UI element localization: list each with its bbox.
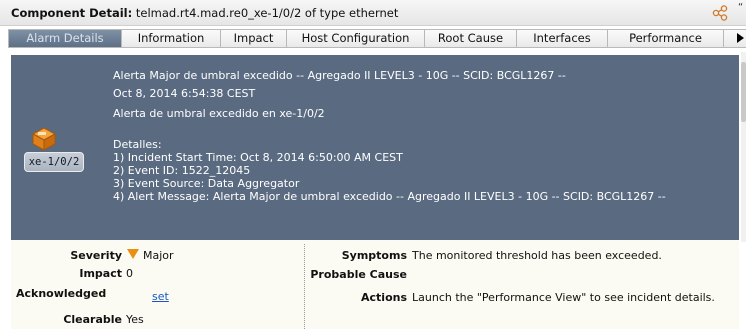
header-title: Component Detail: telmad.rt4.mad.re0_xe-… bbox=[11, 6, 399, 20]
tab-host-configuration[interactable]: Host Configuration bbox=[287, 30, 425, 47]
alarm-detail-line: 4) Alert Message: Alerta Major de umbral… bbox=[113, 190, 666, 203]
alarm-device-icon bbox=[31, 127, 57, 151]
alarm-headline: Alerta Major de umbral excedido -- Agreg… bbox=[113, 69, 566, 82]
probable-cause-label: Probable Cause bbox=[310, 268, 407, 281]
alarm-detail-line: 1) Incident Start Time: Oct 8, 2014 6:50… bbox=[113, 151, 403, 164]
component-detail-header: Component Detail: telmad.rt4.mad.re0_xe-… bbox=[0, 0, 746, 26]
device-port-label[interactable]: xe-1/0/2 bbox=[24, 152, 84, 172]
tab-alarm-details[interactable]: Alarm Details bbox=[9, 30, 122, 47]
severity-label: Severity bbox=[70, 249, 122, 262]
actions-label: Actions bbox=[361, 291, 407, 304]
alarm-timestamp: Oct 8, 2014 6:54:38 CEST bbox=[113, 87, 256, 100]
tab-performance[interactable]: Performance bbox=[608, 30, 724, 47]
severity-major-icon bbox=[127, 249, 139, 259]
tab-interfaces[interactable]: Interfaces bbox=[517, 30, 608, 47]
tab-root-cause[interactable]: Root Cause bbox=[425, 30, 517, 47]
actions-value: Launch the "Performance View" to see inc… bbox=[412, 291, 715, 304]
fields-divider bbox=[304, 244, 305, 329]
acknowledged-set-link[interactable]: set bbox=[152, 290, 169, 303]
tab-bar: Alarm Details Information Impact Host Co… bbox=[8, 29, 746, 48]
tab-impact[interactable]: Impact bbox=[221, 30, 287, 47]
acknowledged-label: Acknowledged bbox=[16, 287, 107, 300]
truncated-icon: “ bbox=[738, 2, 744, 12]
symptoms-value: The monitored threshold has been exceede… bbox=[412, 249, 662, 262]
alarm-detail-line: 3) Event Source: Data Aggregator bbox=[113, 177, 300, 190]
tab-information[interactable]: Information bbox=[122, 30, 221, 47]
impact-label: Impact bbox=[79, 267, 122, 280]
clearable-value: Yes bbox=[126, 313, 144, 326]
clearable-label: Clearable bbox=[63, 313, 122, 326]
alarm-summary: Alerta de umbral excedido en xe-1/0/2 bbox=[113, 107, 325, 120]
impact-value: 0 bbox=[126, 267, 133, 280]
tab-scroll-right-icon[interactable] bbox=[737, 33, 744, 43]
alarm-detail-line: 2) Event ID: 1522_12045 bbox=[113, 164, 251, 177]
vertical-scrollbar[interactable] bbox=[741, 52, 746, 242]
share-icon[interactable] bbox=[712, 5, 728, 21]
symptoms-label: Symptoms bbox=[341, 249, 407, 262]
alarm-details-title: Detalles: bbox=[113, 138, 162, 151]
severity-value: Major bbox=[143, 249, 174, 262]
